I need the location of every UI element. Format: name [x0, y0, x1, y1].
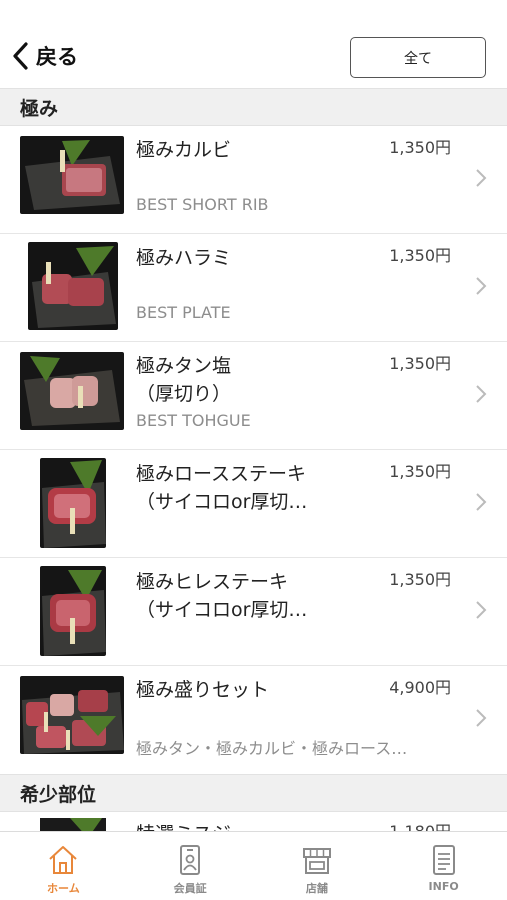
item-name-line2: （厚切り）: [136, 383, 232, 405]
item-name: 極みヒレステーキ （サイコロor厚切…: [136, 568, 366, 624]
item-price: 1,350円: [389, 138, 451, 157]
home-icon: [49, 846, 78, 874]
item-name: 極みタン塩 （厚切り）: [136, 352, 366, 408]
list-item[interactable]: 極み盛りセット 4,900円 極みタン・極みカルビ・極みロース…: [0, 666, 507, 774]
item-price: 1,180円: [389, 820, 451, 831]
back-label: 戻る: [36, 45, 78, 69]
item-name-line1: 極みハラミ: [136, 247, 232, 269]
item-thumbnail: [40, 566, 106, 656]
tab-label: 店舗: [305, 882, 328, 895]
item-name: 極みカルビ: [136, 136, 366, 164]
chevron-right-icon: [476, 385, 487, 403]
list-item[interactable]: 極みハラミ 1,350円 BEST PLATE: [0, 234, 507, 342]
tab-bar: ホーム 会員証 店舗 INFO: [0, 831, 507, 900]
list-item[interactable]: 極みヒレステーキ （サイコロor厚切… 1,350円: [0, 558, 507, 666]
info-document-icon: [432, 845, 455, 875]
tab-label: ホーム: [47, 882, 80, 895]
item-name-line1: 極み盛りセット: [136, 679, 270, 701]
partial-list-item[interactable]: 特選ミスジ 1,180円: [0, 812, 507, 831]
back-button[interactable]: 戻る: [10, 38, 78, 74]
item-thumbnail: [20, 676, 124, 754]
item-subtitle: BEST PLATE: [136, 303, 231, 322]
item-thumbnail: [40, 818, 106, 831]
item-name-line1: 極みカルビ: [136, 139, 232, 161]
item-name: 極みロースステーキ （サイコロor厚切…: [136, 460, 366, 516]
all-button[interactable]: 全て: [350, 37, 486, 78]
chevron-right-icon: [476, 493, 487, 511]
item-name: 極み盛りセット: [136, 676, 366, 704]
header: 戻る 全て: [0, 0, 507, 88]
item-name: 極みハラミ: [136, 244, 366, 272]
tab-store[interactable]: 店舗: [254, 832, 381, 900]
chevron-left-icon: [13, 42, 28, 70]
tab-info[interactable]: INFO: [380, 832, 507, 900]
list-item[interactable]: 極みタン塩 （厚切り） 1,350円 BEST TOHGUE: [0, 342, 507, 450]
item-price: 1,350円: [389, 462, 451, 481]
item-price: 1,350円: [389, 246, 451, 265]
section-header-rare-cuts: 希少部位: [0, 774, 507, 812]
item-subtitle: 極みタン・極みカルビ・極みロース…: [136, 739, 408, 758]
tab-member-card[interactable]: 会員証: [127, 832, 254, 900]
item-price: 1,350円: [389, 354, 451, 373]
item-thumbnail: [20, 136, 124, 214]
item-subtitle: BEST TOHGUE: [136, 411, 251, 430]
item-name-line2: （サイコロor厚切…: [136, 491, 308, 513]
item-price: 4,900円: [389, 678, 451, 697]
item-name: 特選ミスジ: [136, 820, 231, 831]
tab-label: INFO: [428, 880, 459, 893]
item-thumbnail: [20, 352, 124, 430]
item-thumbnail: [40, 458, 106, 548]
item-name-line1: 極みタン塩: [136, 355, 232, 377]
item-thumbnail: [28, 242, 118, 330]
item-price: 1,350円: [389, 570, 451, 589]
section-header-kiwami: 極み: [0, 88, 507, 126]
chevron-right-icon: [476, 601, 487, 619]
menu-list: 極みカルビ 1,350円 BEST SHORT RIB 極みハラミ 1,350円…: [0, 126, 507, 774]
tab-home[interactable]: ホーム: [0, 832, 127, 900]
tab-label: 会員証: [173, 882, 207, 895]
list-item[interactable]: 極みロースステーキ （サイコロor厚切… 1,350円: [0, 450, 507, 558]
store-icon: [302, 848, 331, 874]
item-name-line1: 極みヒレステーキ: [136, 571, 289, 593]
chevron-right-icon: [476, 277, 487, 295]
member-card-icon: [180, 845, 201, 875]
list-item[interactable]: 極みカルビ 1,350円 BEST SHORT RIB: [0, 126, 507, 234]
item-name-line1: 極みロースステーキ: [136, 463, 307, 485]
chevron-right-icon: [476, 169, 487, 187]
chevron-right-icon: [476, 709, 487, 727]
item-name-line2: （サイコロor厚切…: [136, 599, 308, 621]
item-subtitle: BEST SHORT RIB: [136, 195, 269, 214]
